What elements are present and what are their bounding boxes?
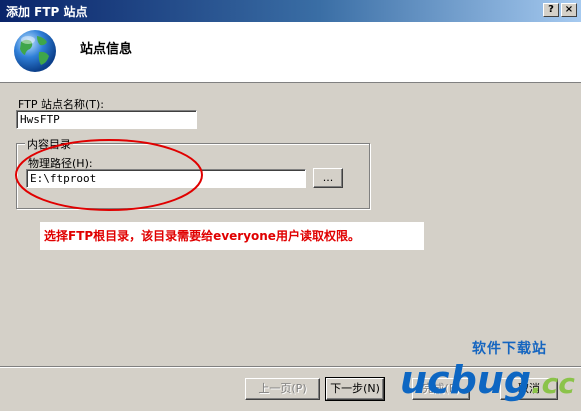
title-bar: 添加 FTP 站点 ? × bbox=[0, 0, 581, 22]
page-title: 站点信息 bbox=[80, 42, 133, 57]
watermark-brand: ucbug bbox=[400, 358, 532, 402]
watermark-cn-text: 软件下载站 bbox=[472, 341, 547, 357]
wizard-header: 站点信息 bbox=[0, 22, 581, 83]
window-title: 添加 FTP 站点 bbox=[6, 5, 88, 19]
site-name-input[interactable]: HwsFTP bbox=[16, 110, 197, 129]
annotation-note: 选择FTP根目录，该目录需要给everyone用户读取权限。 bbox=[40, 222, 424, 250]
close-button[interactable]: × bbox=[561, 3, 577, 17]
browse-button[interactable]: ... bbox=[313, 168, 343, 188]
globe-icon bbox=[14, 30, 56, 72]
prev-button[interactable]: 上一页(P) bbox=[245, 378, 320, 400]
highlight-ellipse bbox=[15, 139, 203, 211]
next-button[interactable]: 下一步(N) bbox=[325, 377, 385, 401]
help-button[interactable]: ? bbox=[543, 3, 559, 17]
watermark-logo: 软件下载站 ucbug.cc bbox=[396, 328, 580, 408]
watermark-suffix: .cc bbox=[531, 367, 575, 400]
watermark-en-text: ucbug.cc bbox=[400, 358, 575, 402]
